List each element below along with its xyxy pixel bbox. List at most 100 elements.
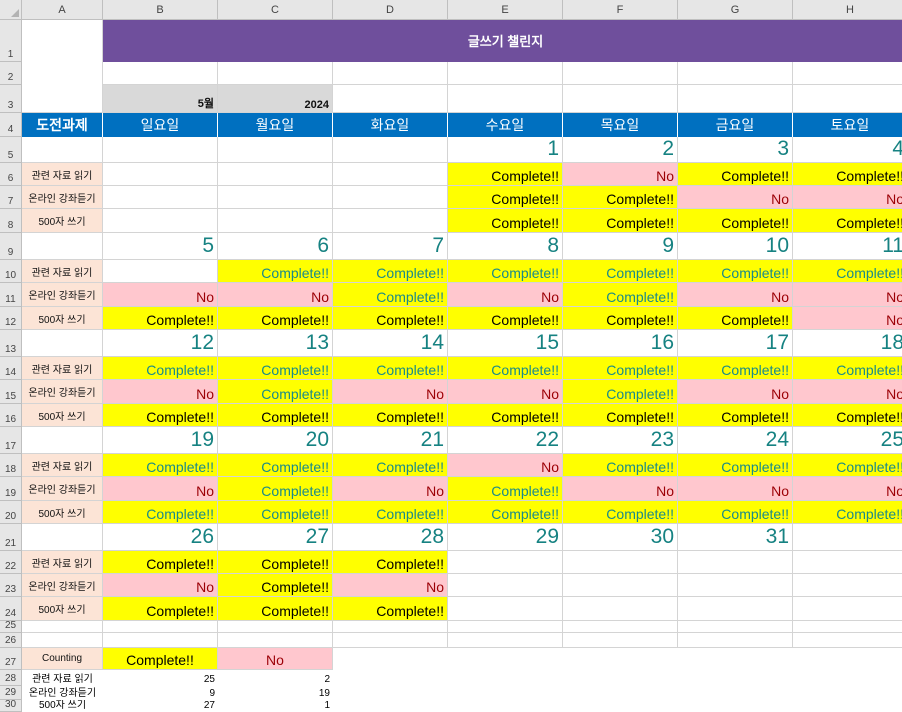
counting-task-label[interactable]: 관련 자료 읽기 bbox=[22, 670, 103, 686]
column-header-D[interactable]: D bbox=[333, 0, 448, 20]
date-cell[interactable] bbox=[793, 524, 902, 551]
day-header[interactable]: 월요일 bbox=[218, 113, 333, 137]
status-cell-empty[interactable] bbox=[448, 597, 563, 621]
status-cell-complete[interactable]: Complete!! bbox=[793, 357, 902, 380]
date-cell[interactable]: 18 bbox=[793, 330, 902, 357]
select-all-corner[interactable] bbox=[0, 0, 22, 20]
task-label[interactable]: 관련 자료 읽기 bbox=[22, 454, 103, 477]
date-cell[interactable]: 27 bbox=[218, 524, 333, 551]
cell-blank[interactable] bbox=[448, 633, 563, 648]
status-cell-complete[interactable]: Complete!! bbox=[793, 209, 902, 233]
counting-task-label[interactable]: 500자 쓰기 bbox=[22, 700, 103, 712]
date-cell[interactable]: 17 bbox=[678, 330, 793, 357]
status-cell-no[interactable]: No bbox=[563, 477, 678, 501]
status-cell-complete[interactable]: Complete!! bbox=[563, 283, 678, 307]
status-cell-empty[interactable] bbox=[563, 551, 678, 574]
status-cell-complete[interactable]: Complete!! bbox=[448, 260, 563, 283]
status-cell-complete[interactable]: Complete!! bbox=[218, 597, 333, 621]
status-cell-complete[interactable]: Complete!! bbox=[333, 307, 448, 330]
row-header-14[interactable]: 14 bbox=[0, 357, 22, 380]
cell-r3[interactable] bbox=[333, 85, 448, 113]
status-cell-complete[interactable]: Complete!! bbox=[793, 501, 902, 524]
status-cell-complete[interactable]: Complete!! bbox=[333, 454, 448, 477]
status-cell-empty[interactable] bbox=[563, 574, 678, 597]
row-header-15[interactable]: 15 bbox=[0, 380, 22, 404]
day-header[interactable]: 금요일 bbox=[678, 113, 793, 137]
cell-r3[interactable] bbox=[678, 85, 793, 113]
date-cell[interactable]: 1 bbox=[448, 137, 563, 163]
row-header-2[interactable]: 2 bbox=[0, 62, 22, 85]
status-cell-complete[interactable]: Complete!! bbox=[103, 307, 218, 330]
task-label[interactable]: 500자 쓰기 bbox=[22, 404, 103, 427]
task-label[interactable]: 온라인 강좌듣기 bbox=[22, 574, 103, 597]
status-cell-complete[interactable]: Complete!! bbox=[333, 551, 448, 574]
cell-blank[interactable] bbox=[793, 633, 902, 648]
status-cell-complete[interactable]: Complete!! bbox=[448, 307, 563, 330]
status-cell-complete[interactable]: Complete!! bbox=[678, 454, 793, 477]
date-cell[interactable]: 26 bbox=[103, 524, 218, 551]
date-cell[interactable]: 25 bbox=[793, 427, 902, 454]
row-header-23[interactable]: 23 bbox=[0, 574, 22, 597]
task-label[interactable]: 온라인 강좌듣기 bbox=[22, 283, 103, 307]
row-header-22[interactable]: 22 bbox=[0, 551, 22, 574]
status-cell-complete[interactable]: Complete!! bbox=[333, 597, 448, 621]
status-cell-complete[interactable]: Complete!! bbox=[563, 454, 678, 477]
status-cell-complete[interactable]: Complete!! bbox=[448, 501, 563, 524]
status-cell-complete[interactable]: Complete!! bbox=[218, 551, 333, 574]
row-header-3[interactable]: 3 bbox=[0, 85, 22, 113]
task-label[interactable]: 500자 쓰기 bbox=[22, 501, 103, 524]
status-cell-no[interactable]: No bbox=[333, 477, 448, 501]
counting-label[interactable]: Counting bbox=[22, 648, 103, 670]
date-cell[interactable] bbox=[103, 137, 218, 163]
status-cell-no[interactable]: No bbox=[448, 283, 563, 307]
status-cell-complete[interactable]: Complete!! bbox=[563, 380, 678, 404]
cell-r3[interactable] bbox=[793, 85, 902, 113]
date-cell[interactable]: 14 bbox=[333, 330, 448, 357]
date-cell[interactable]: 10 bbox=[678, 233, 793, 260]
date-cell[interactable]: 15 bbox=[448, 330, 563, 357]
status-cell-no[interactable]: No bbox=[333, 574, 448, 597]
status-cell-complete[interactable]: Complete!! bbox=[333, 283, 448, 307]
status-cell-complete[interactable]: Complete!! bbox=[678, 260, 793, 283]
status-cell-no[interactable]: No bbox=[678, 283, 793, 307]
date-cell[interactable]: 28 bbox=[333, 524, 448, 551]
status-cell-complete[interactable]: Complete!! bbox=[563, 307, 678, 330]
status-cell-complete[interactable]: Complete!! bbox=[218, 380, 333, 404]
date-cell[interactable]: 3 bbox=[678, 137, 793, 163]
cell-blank[interactable] bbox=[103, 633, 218, 648]
status-cell-complete[interactable]: Complete!! bbox=[103, 551, 218, 574]
status-cell-empty[interactable] bbox=[793, 551, 902, 574]
status-cell-complete[interactable]: Complete!! bbox=[103, 357, 218, 380]
row-header-8[interactable]: 8 bbox=[0, 209, 22, 233]
cell-r2[interactable] bbox=[678, 62, 793, 85]
cell-blank[interactable] bbox=[218, 633, 333, 648]
row-header-18[interactable]: 18 bbox=[0, 454, 22, 477]
date-cell[interactable]: 6 bbox=[218, 233, 333, 260]
counting-task-label[interactable]: 온라인 강좌듣기 bbox=[22, 686, 103, 700]
date-cell[interactable]: 9 bbox=[563, 233, 678, 260]
row-header-29[interactable]: 29 bbox=[0, 686, 22, 700]
status-cell-no[interactable]: No bbox=[103, 477, 218, 501]
cell-r2[interactable] bbox=[448, 62, 563, 85]
row-header-26[interactable]: 26 bbox=[0, 633, 22, 648]
status-cell-no[interactable]: No bbox=[678, 186, 793, 209]
row-header-10[interactable]: 10 bbox=[0, 260, 22, 283]
status-cell-empty[interactable] bbox=[563, 597, 678, 621]
counting-complete-header[interactable]: Complete!! bbox=[103, 648, 218, 670]
task-label[interactable]: 온라인 강좌듣기 bbox=[22, 186, 103, 209]
status-cell-empty[interactable] bbox=[678, 551, 793, 574]
cell-blank[interactable] bbox=[22, 621, 103, 633]
status-cell-empty[interactable] bbox=[678, 597, 793, 621]
status-cell-complete[interactable]: Complete!! bbox=[218, 477, 333, 501]
cell-blank[interactable] bbox=[793, 621, 902, 633]
date-cell[interactable]: 13 bbox=[218, 330, 333, 357]
status-cell-complete[interactable]: Complete!! bbox=[678, 209, 793, 233]
cell-blank[interactable] bbox=[563, 621, 678, 633]
status-cell-complete[interactable]: Complete!! bbox=[333, 357, 448, 380]
complete-count[interactable]: 9 bbox=[103, 686, 218, 700]
cell-blank[interactable] bbox=[448, 621, 563, 633]
status-cell-complete[interactable]: Complete!! bbox=[103, 501, 218, 524]
status-cell-no[interactable]: No bbox=[678, 380, 793, 404]
cell-blank[interactable] bbox=[678, 621, 793, 633]
date-row-label[interactable] bbox=[22, 427, 103, 454]
